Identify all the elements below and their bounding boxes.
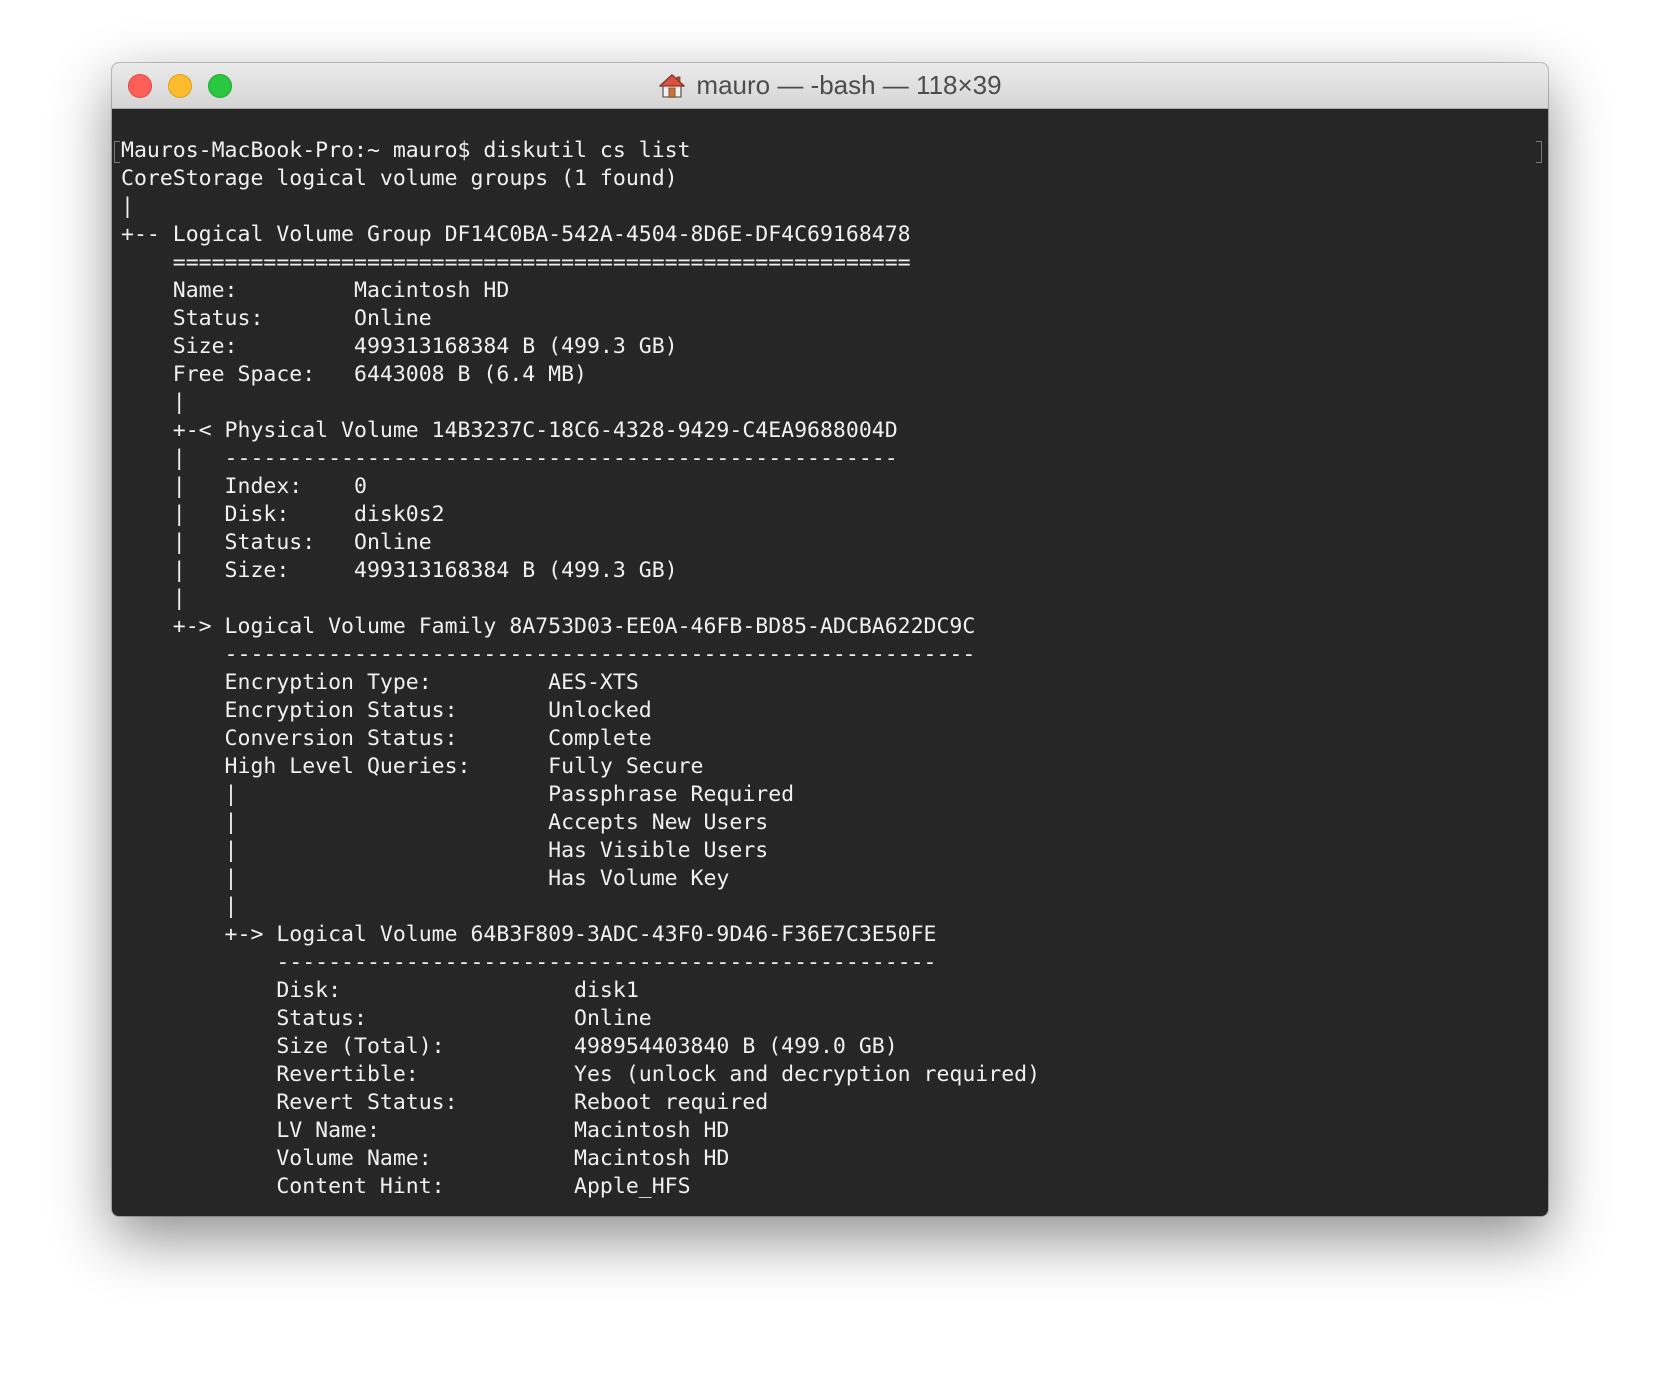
terminal-line: High Level Queries: Fully Secure [121, 754, 704, 779]
terminal-line: Disk: disk1 [121, 978, 639, 1003]
terminal-line: | [121, 390, 186, 415]
terminal-line: +-> Logical Volume Family 8A753D03-EE0A-… [121, 614, 976, 639]
terminal-lines: Mauros-MacBook-Pro:~ mauro$ diskutil cs … [121, 137, 1040, 1201]
terminal-line: | Size: 499313168384 B (499.3 GB) [121, 558, 678, 583]
terminal-line: | Has Visible Users [121, 838, 769, 863]
terminal-line: Mauros-MacBook-Pro:~ mauro$ diskutil cs … [121, 138, 691, 163]
terminal-line: | Disk: disk0s2 [121, 502, 445, 527]
terminal-window: mauro — -bash — 118×39 Mauros-MacBook-Pr… [112, 63, 1548, 1216]
terminal-line: Free Space: 6443008 B (6.4 MB) [121, 362, 587, 387]
terminal-line: Size (Total): 498954403840 B (499.0 GB) [121, 1034, 898, 1059]
terminal-line: | --------------------------------------… [121, 446, 898, 471]
terminal-line: Volume Name: Macintosh HD [121, 1146, 730, 1171]
terminal-line: Status: Online [121, 306, 432, 331]
terminal-line: Encryption Type: AES-XTS [121, 670, 639, 695]
terminal-line: | [121, 586, 186, 611]
terminal-line: | Passphrase Required [121, 782, 795, 807]
terminal-line: +-- Logical Volume Group DF14C0BA-542A-4… [121, 222, 911, 247]
window-title-container: mauro — -bash — 118×39 [112, 63, 1548, 108]
terminal-line: | Has Volume Key [121, 866, 730, 891]
terminal-line: | [121, 194, 134, 219]
terminal-line: | Accepts New Users [121, 810, 769, 835]
terminal-output[interactable]: Mauros-MacBook-Pro:~ mauro$ diskutil cs … [112, 109, 1548, 1216]
terminal-line: | Index: 0 [121, 474, 367, 499]
terminal-line: Status: Online [121, 1006, 652, 1031]
terminal-line: | Status: Online [121, 530, 432, 555]
terminal-line: ========================================… [121, 250, 911, 275]
terminal-line: +-< Physical Volume 14B3237C-18C6-4328-9… [121, 418, 898, 443]
terminal-line: ----------------------------------------… [121, 950, 937, 975]
terminal-line: ----------------------------------------… [121, 642, 976, 667]
terminal-line: Revertible: Yes (unlock and decryption r… [121, 1062, 1041, 1087]
title-bar[interactable]: mauro — -bash — 118×39 [112, 63, 1548, 109]
terminal-line: Name: Macintosh HD [121, 278, 510, 303]
window-title: mauro — -bash — 118×39 [696, 70, 1002, 100]
terminal-line: Conversion Status: Complete [121, 726, 652, 751]
terminal-line: LV Name: Macintosh HD [121, 1118, 730, 1143]
terminal-line: Encryption Status: Unlocked [121, 698, 652, 723]
prompt-mark-left [114, 141, 120, 163]
terminal-line: +-> Logical Volume 64B3F809-3ADC-43F0-9D… [121, 922, 937, 947]
terminal-line: Size: 499313168384 B (499.3 GB) [121, 334, 678, 359]
home-icon [659, 73, 686, 98]
terminal-line: | [121, 894, 238, 919]
terminal-line: Revert Status: Reboot required [121, 1090, 769, 1115]
terminal-line: Content Hint: Apple_HFS [121, 1174, 691, 1199]
prompt-mark-right [1536, 141, 1542, 163]
terminal-line: CoreStorage logical volume groups (1 fou… [121, 166, 678, 191]
